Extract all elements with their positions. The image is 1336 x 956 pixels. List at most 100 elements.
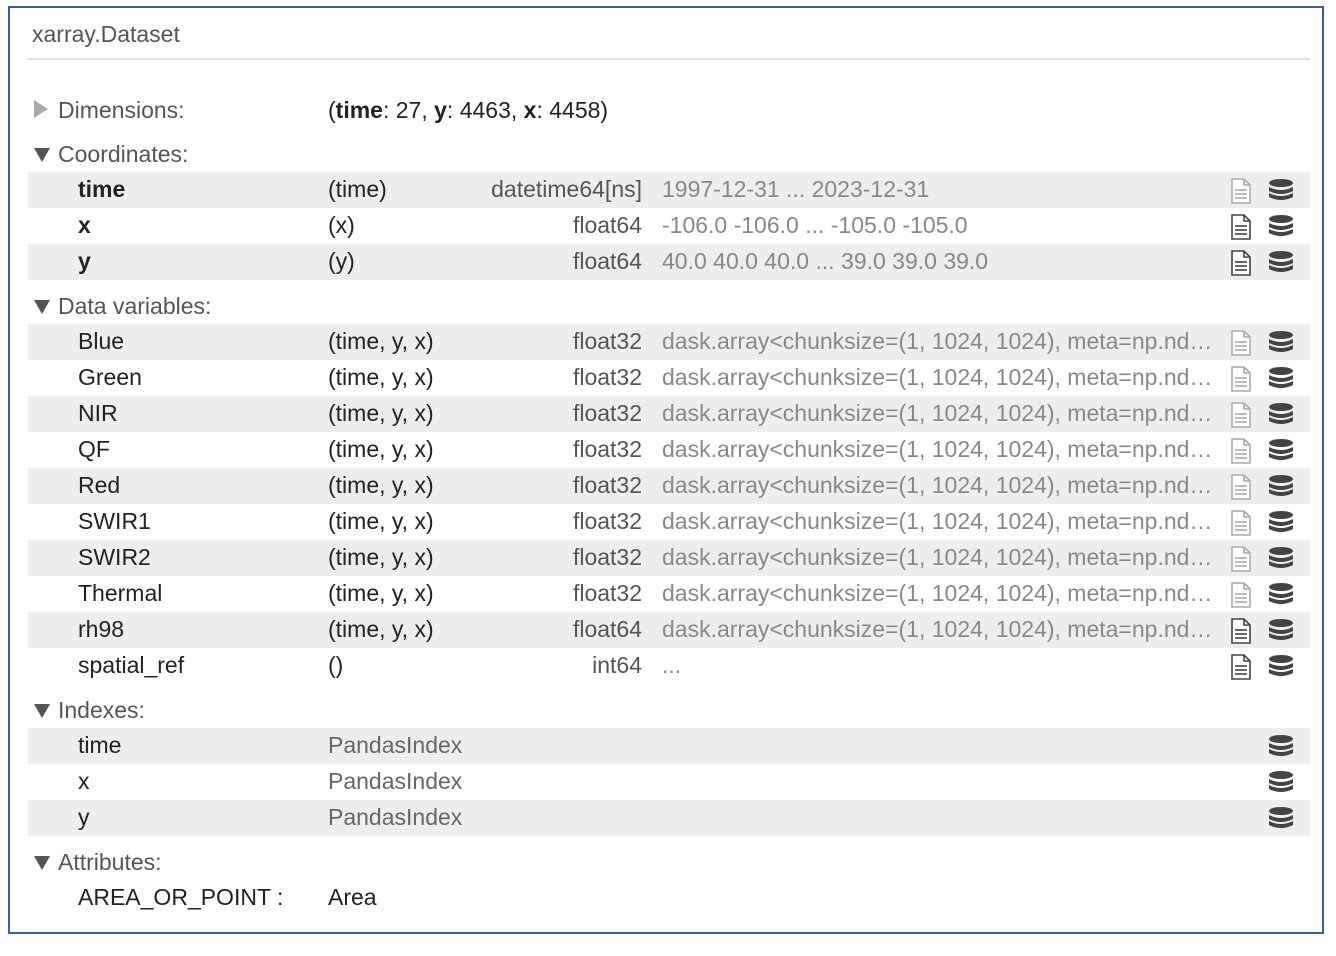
index-type[interactable]: PandasIndex [328, 804, 462, 831]
variable-preview[interactable]: dask.array<chunksize=(1, 1024, 1024), me… [662, 508, 1218, 535]
index-row: x PandasIndex [28, 764, 1310, 800]
database-icon[interactable] [1268, 330, 1294, 356]
file-text-icon[interactable] [1230, 366, 1252, 392]
indexes-label[interactable]: Indexes: [58, 697, 145, 724]
variable-row: spatial_ref () int64... [28, 648, 1310, 684]
variable-preview[interactable]: -106.0 -106.0 ... -105.0 -105.0 [662, 212, 1218, 239]
variable-preview[interactable]: 1997-12-31 ... 2023-12-31 [662, 176, 1218, 203]
section-indexes[interactable]: Indexes: [28, 692, 1310, 728]
variable-dims: (time) [328, 176, 387, 202]
variable-dtype: float32 [572, 436, 642, 462]
section-data-variables[interactable]: Data variables: [28, 288, 1310, 324]
database-icon[interactable] [1268, 214, 1294, 240]
variable-row: x (x) float64 -106.0 -106.0 ... -105.0 -105… [28, 208, 1310, 244]
variable-preview[interactable]: 40.0 40.0 40.0 ... 39.0 39.0 39.0 [662, 248, 1218, 275]
database-icon[interactable] [1268, 510, 1294, 536]
dim-name: x [523, 97, 537, 123]
variable-name: Green [78, 364, 142, 390]
file-text-icon[interactable] [1230, 654, 1252, 680]
file-text-icon[interactable] [1230, 178, 1252, 204]
database-icon[interactable] [1268, 734, 1294, 760]
collapse-arrow-icon[interactable] [34, 856, 50, 870]
collapse-arrow-icon[interactable] [34, 704, 50, 718]
database-icon[interactable] [1268, 582, 1294, 608]
dim-name: time [335, 97, 383, 123]
index-type[interactable]: PandasIndex [328, 768, 462, 795]
file-text-icon[interactable] [1230, 582, 1252, 608]
dim-name: y [434, 97, 447, 123]
variable-dims: (time, y, x) [328, 400, 434, 426]
variable-preview[interactable]: dask.array<chunksize=(1, 1024, 1024), me… [662, 436, 1218, 463]
variable-dtype: float32 [572, 580, 642, 606]
variable-dims: (time, y, x) [328, 616, 434, 642]
variable-preview[interactable]: dask.array<chunksize=(1, 1024, 1024), me… [662, 472, 1218, 499]
database-icon[interactable] [1268, 474, 1294, 500]
file-text-icon[interactable] [1230, 250, 1252, 276]
database-icon[interactable] [1268, 366, 1294, 392]
variable-name: Blue [78, 328, 125, 354]
variable-name: spatial_ref [78, 652, 185, 678]
variable-preview[interactable]: dask.array<chunksize=(1, 1024, 1024), me… [662, 364, 1218, 391]
variable-preview[interactable]: ... [662, 652, 1218, 679]
section-dimensions[interactable]: Dimensions: (time: 27, y: 4463, x: 4458) [28, 92, 1310, 128]
variable-row: y (y) float64 40.0 40.0 40.0 ... 39.0 39.0 … [28, 244, 1310, 280]
variable-row: rh98 (time, y, x) float64 dask.array<chunks… [28, 612, 1310, 648]
coordinates-label[interactable]: Coordinates: [58, 141, 188, 168]
variable-name: y [78, 248, 91, 274]
variable-row: Thermal (time, y, x) float32 dask.array<chu… [28, 576, 1310, 612]
section-coordinates[interactable]: Coordinates: [28, 136, 1310, 172]
variable-row: time (time) datetime64[ns] 1997-12-31 ... 2… [28, 172, 1310, 208]
data-variables-label[interactable]: Data variables: [58, 293, 211, 320]
file-text-icon[interactable] [1230, 402, 1252, 428]
variable-row: Green (time, y, x) float32 dask.array<chunk… [28, 360, 1310, 396]
variable-name: NIR [78, 400, 118, 426]
database-icon[interactable] [1268, 654, 1294, 680]
variable-preview[interactable]: dask.array<chunksize=(1, 1024, 1024), me… [662, 328, 1218, 355]
attribute-row: AREA_OR_POINT : Area [28, 880, 1310, 916]
database-icon[interactable] [1268, 618, 1294, 644]
index-type[interactable]: PandasIndex [328, 732, 462, 759]
variable-name: QF [78, 436, 110, 462]
file-text-icon[interactable] [1230, 510, 1252, 536]
file-text-icon[interactable] [1230, 330, 1252, 356]
variable-dims: (y) [328, 248, 355, 274]
variable-dims: () [328, 652, 344, 678]
dimensions-label[interactable]: Dimensions: [58, 97, 185, 124]
dimensions-list: (time: 27, y: 4463, x: 4458) [328, 97, 609, 123]
section-attributes[interactable]: Attributes: [28, 844, 1310, 880]
variable-preview[interactable]: dask.array<chunksize=(1, 1024, 1024), me… [662, 580, 1218, 607]
file-text-icon[interactable] [1230, 546, 1252, 572]
variable-name: Thermal [78, 580, 163, 606]
variable-dtype: float64 [572, 616, 642, 642]
variable-dims: (x) [328, 212, 355, 238]
database-icon[interactable] [1268, 178, 1294, 204]
variable-dims: (time, y, x) [328, 580, 434, 606]
database-icon[interactable] [1268, 402, 1294, 428]
variable-name: SWIR1 [78, 508, 151, 534]
database-icon[interactable] [1268, 250, 1294, 276]
variable-preview[interactable]: dask.array<chunksize=(1, 1024, 1024), me… [662, 400, 1218, 427]
database-icon[interactable] [1268, 806, 1294, 832]
dim-size: 4458 [549, 97, 601, 123]
variable-dtype: datetime64[ns] [491, 176, 642, 202]
variable-preview[interactable]: dask.array<chunksize=(1, 1024, 1024), me… [662, 544, 1218, 571]
variable-row: Red (time, y, x) float32 dask.array<chunksi… [28, 468, 1310, 504]
variable-preview[interactable]: dask.array<chunksize=(1, 1024, 1024), me… [662, 616, 1218, 643]
variable-name: Red [78, 472, 121, 498]
database-icon[interactable] [1268, 770, 1294, 796]
collapse-arrow-icon[interactable] [34, 300, 50, 314]
variable-dims: (time, y, x) [328, 328, 434, 354]
attribute-value: Area [328, 884, 377, 910]
file-text-icon[interactable] [1230, 438, 1252, 464]
variable-row: NIR (time, y, x) float32 dask.array<chunksi… [28, 396, 1310, 432]
collapse-arrow-icon[interactable] [34, 148, 50, 162]
file-text-icon[interactable] [1230, 618, 1252, 644]
database-icon[interactable] [1268, 438, 1294, 464]
variable-dtype: float32 [572, 544, 642, 570]
file-text-icon[interactable] [1230, 214, 1252, 240]
file-text-icon[interactable] [1230, 474, 1252, 500]
attributes-label[interactable]: Attributes: [58, 849, 162, 876]
expand-arrow-icon[interactable] [34, 100, 48, 118]
variable-dtype: float32 [572, 400, 642, 426]
database-icon[interactable] [1268, 546, 1294, 572]
